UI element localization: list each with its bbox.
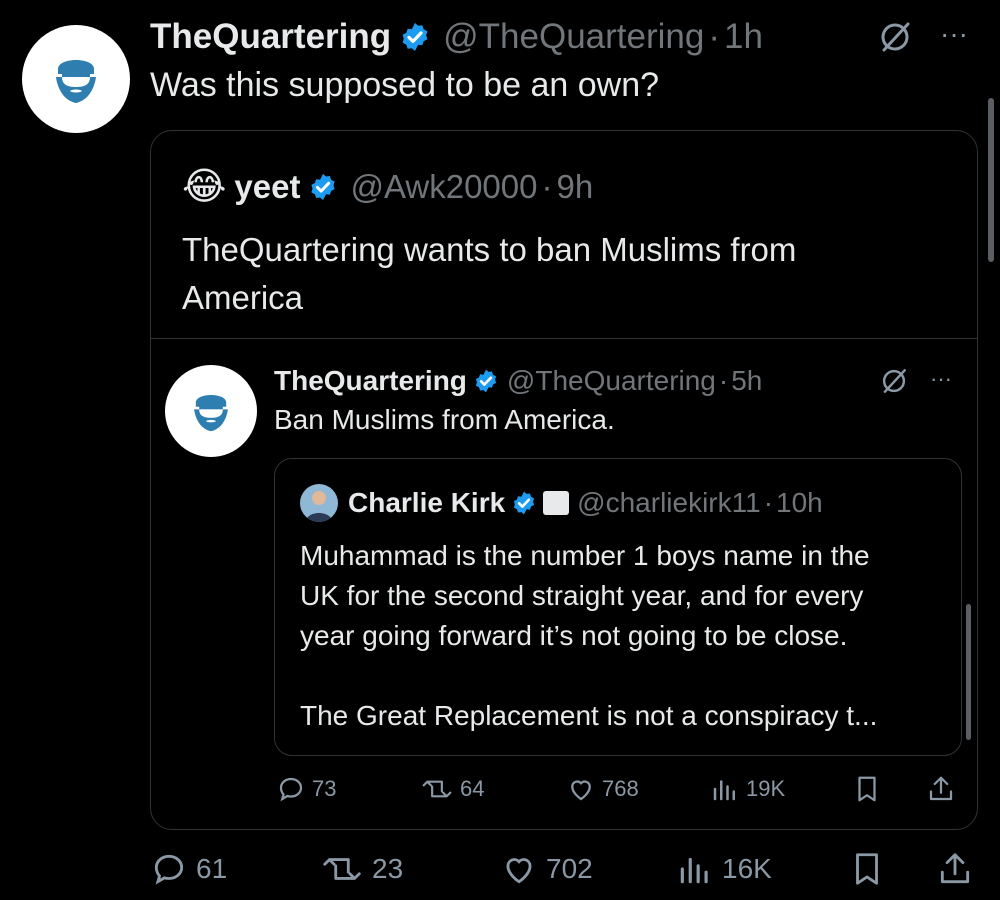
reply-count: 61 (196, 853, 228, 884)
timestamp[interactable]: 1h (724, 17, 763, 57)
laughing-emoji-avatar[interactable]: 😂 (182, 168, 226, 206)
quoted-author-handle[interactable]: @Awk20000 (350, 168, 537, 206)
text-line: The Great Replacement is not a conspirac… (300, 700, 878, 731)
author-name[interactable]: TheQuartering (150, 17, 391, 57)
bookmark-button[interactable] (848, 850, 886, 888)
separator-dot: · (541, 168, 553, 205)
bookmark-icon (856, 853, 878, 885)
inner-timestamp[interactable]: 5h (731, 365, 762, 397)
inner-author-name[interactable]: TheQuartering (274, 365, 467, 397)
page-scrollbar[interactable] (988, 98, 994, 262)
bearded-man-logo-icon (194, 394, 228, 432)
verified-icon (308, 172, 338, 202)
more-icon[interactable]: ··· (940, 18, 968, 50)
bookmark-icon (858, 776, 876, 802)
reply-button[interactable]: 61 (150, 850, 227, 888)
reply-button[interactable]: 73 (276, 774, 336, 804)
views-button[interactable]: 19K (710, 774, 785, 804)
like-icon (571, 780, 591, 801)
bookmark-button[interactable] (852, 774, 882, 804)
views-count: 16K (722, 853, 772, 884)
bearded-man-logo-icon (56, 60, 96, 103)
verified-icon (473, 368, 499, 394)
share-icon (940, 853, 970, 884)
like-count: 702 (546, 853, 593, 884)
avatar[interactable] (300, 484, 338, 522)
share-icon (929, 776, 953, 801)
innermost-author-handle[interactable]: @charliekirk11 (577, 487, 761, 519)
avatar[interactable] (22, 25, 130, 133)
innermost-timestamp[interactable]: 10h (776, 487, 823, 519)
quoted-text-line: TheQuartering wants to ban Muslims from (182, 231, 797, 268)
divider (151, 338, 977, 339)
quoted-timestamp[interactable]: 9h (556, 168, 593, 206)
views-icon (680, 857, 708, 884)
like-button[interactable]: 768 (566, 774, 639, 804)
grok-slash-icon[interactable] (880, 367, 908, 400)
inner-author-handle[interactable]: @TheQuartering (507, 365, 716, 397)
repost-count: 23 (372, 853, 404, 884)
grok-slash-icon[interactable] (878, 20, 912, 59)
text-line: year going forward it’s not going to be … (300, 620, 848, 651)
like-button[interactable]: 702 (500, 850, 593, 888)
innermost-tweet-text: Muhammad is the number 1 boys name in th… (300, 536, 877, 736)
repost-button[interactable]: 23 (320, 850, 403, 888)
views-button[interactable]: 16K (676, 850, 772, 888)
verified-icon (399, 21, 431, 53)
repost-button[interactable]: 64 (420, 774, 484, 804)
inner-scrollbar[interactable] (966, 604, 971, 740)
separator-dot: · (763, 487, 774, 518)
reply-icon (154, 854, 184, 885)
share-button[interactable] (926, 774, 956, 804)
quoted-author-name[interactable]: yeet (234, 168, 300, 206)
separator-dot: · (718, 365, 729, 396)
affiliate-badge-icon (543, 491, 570, 515)
separator-dot: · (708, 17, 720, 56)
text-line: UK for the second straight year, and for… (300, 580, 864, 611)
innermost-author-name[interactable]: Charlie Kirk (348, 487, 505, 519)
inner-tweet-text: Ban Muslims from America. (274, 404, 615, 435)
repost-icon (323, 858, 361, 880)
reply-count: 73 (312, 776, 337, 801)
share-button[interactable] (936, 850, 974, 888)
reply-icon (279, 777, 303, 802)
repost-icon (422, 780, 452, 798)
like-count: 768 (602, 776, 639, 801)
author-handle[interactable]: @TheQuartering (443, 17, 704, 57)
like-icon (506, 858, 532, 884)
text-line: Muhammad is the number 1 boys name in th… (300, 540, 870, 571)
more-icon[interactable]: ··· (930, 366, 952, 392)
quoted-tweet-text: TheQuartering wants to ban Muslims from … (182, 226, 796, 322)
views-icon (713, 780, 735, 801)
repost-count: 64 (460, 776, 485, 801)
views-count: 19K (746, 776, 786, 801)
quoted-text-line: America (182, 279, 304, 316)
tweet-text: Was this supposed to be an own? (150, 66, 660, 104)
avatar[interactable] (165, 365, 257, 457)
verified-icon (511, 490, 537, 516)
